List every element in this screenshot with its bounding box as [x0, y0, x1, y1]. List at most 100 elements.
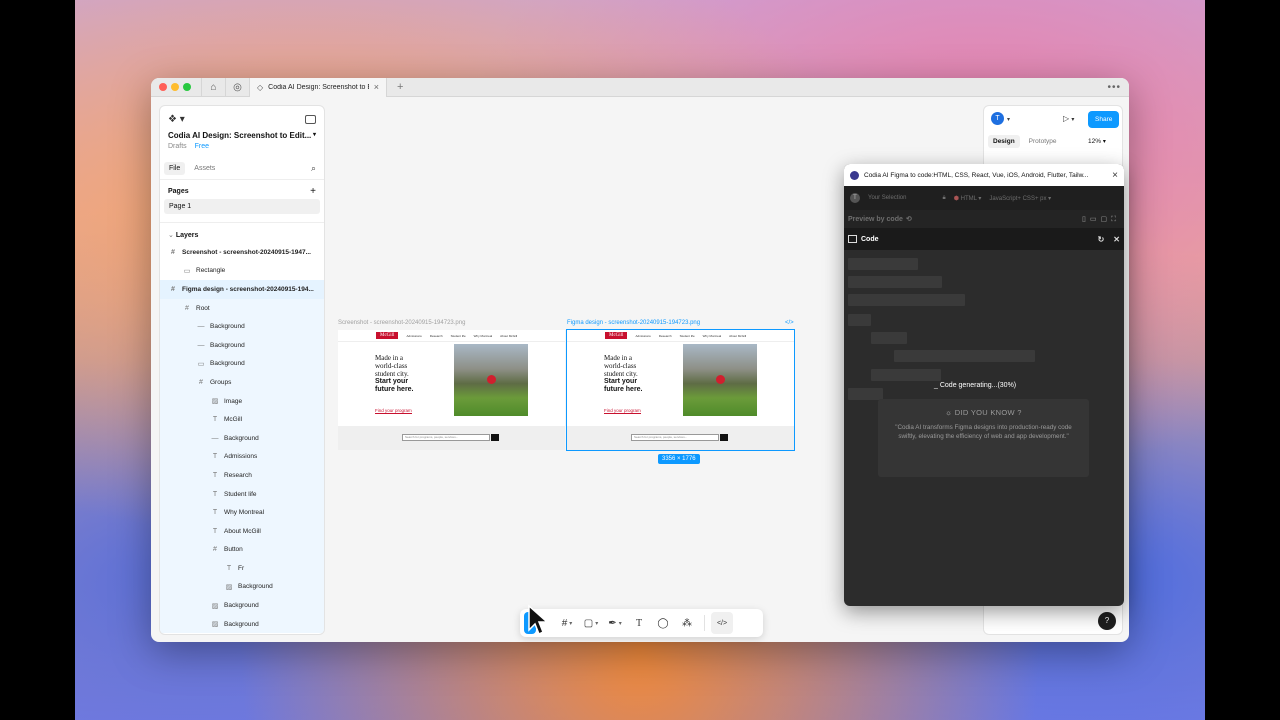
layer-row[interactable]: ▨ Background [160, 577, 324, 597]
layer-row[interactable]: T About McGill [160, 521, 324, 541]
layer-row[interactable]: # Button [160, 540, 324, 560]
layer-row[interactable]: # Groups [160, 373, 324, 392]
browser-tab[interactable]: ◇ Codia AI Design: Screenshot to E × [249, 78, 387, 97]
nav-research: Research [429, 333, 443, 338]
layer-name: Background [224, 434, 259, 442]
figma-menu-icon[interactable]: ❖ ▾ [168, 114, 185, 125]
layer-row[interactable]: ▨ Image [160, 391, 324, 411]
panel-header: ❖ ▾ [160, 106, 324, 125]
layer-name: Background [224, 602, 259, 610]
layer-row[interactable]: ▭ Rectangle [160, 262, 324, 281]
chevron-down-icon: ▾ [595, 620, 599, 627]
layer-row[interactable]: T Admissions [160, 447, 324, 467]
layer-row[interactable]: T Fr [160, 559, 324, 578]
layer-row[interactable]: T Why Montreal [160, 503, 324, 522]
framework-select[interactable]: ⬢ HTML ▾ [954, 195, 982, 202]
dev-mode-toggle[interactable]: </> [711, 612, 733, 634]
refresh-icon[interactable]: ↻ [1098, 235, 1105, 244]
layers-section: ⌄ Layers # Screenshot - screenshot-202409… [160, 222, 324, 634]
layer-row[interactable]: # Figma design - screenshot-20240915-194.… [160, 280, 324, 299]
code-label: Code [861, 235, 879, 243]
tab-assets[interactable]: Assets [189, 162, 220, 175]
toggle-sidebar-icon[interactable] [305, 115, 316, 124]
screenshot-frame[interactable]: McGill Admissions Research Student life … [338, 330, 565, 450]
layer-row[interactable]: T Research [160, 466, 324, 485]
chevron-down-icon[interactable]: ▾ [313, 131, 316, 140]
play-icon [487, 375, 496, 384]
layer-type-icon: T [212, 490, 218, 498]
skeleton-line [871, 369, 941, 381]
help-button[interactable]: ? [1098, 612, 1116, 630]
more-menu-icon[interactable]: ••• [1107, 82, 1121, 93]
minimize-window-button[interactable] [171, 83, 179, 91]
home-icon[interactable]: ⌂ [201, 78, 225, 97]
skeleton-line [894, 350, 1035, 362]
avatar[interactable]: T [991, 112, 1004, 125]
frame-label-screenshot[interactable]: Screenshot - screenshot-20240915-194723.… [338, 320, 465, 326]
layer-type-icon: ▭ [183, 267, 191, 275]
code-icon[interactable]: </> [785, 320, 794, 326]
add-page-button[interactable]: + [310, 187, 316, 197]
campus-image [454, 344, 528, 416]
layer-row[interactable]: # Root [160, 298, 324, 318]
actions-tool[interactable]: ⁂ [676, 612, 698, 634]
lock-icon[interactable]: 🔒︎ [942, 195, 945, 202]
drafts-link[interactable]: Drafts [168, 143, 187, 150]
close-window-button[interactable] [159, 83, 167, 91]
tab-file[interactable]: File [164, 162, 186, 175]
present-icon[interactable]: ▷ ▾ [1063, 114, 1074, 123]
layer-type-icon: T [212, 527, 218, 535]
refresh-icon[interactable]: ⟲ [906, 215, 912, 223]
close-icon[interactable]: × [1112, 170, 1118, 181]
frame-label-figma-design[interactable]: Figma design - screenshot-20240915-19472… [567, 320, 700, 326]
nav-about-mcgill: About McGill [500, 333, 518, 338]
chevron-down-icon: ▾ [1102, 139, 1106, 145]
pen-tool[interactable]: ✒ ▾ [604, 612, 626, 634]
layer-type-icon: — [197, 341, 205, 349]
pages-header: Pages + [160, 180, 324, 199]
tab-title: Codia AI Design: Screenshot to E [268, 83, 369, 91]
nav-student-life: Student life [679, 333, 695, 338]
layer-row[interactable]: — Background [160, 317, 324, 336]
layers-header[interactable]: ⌄ Layers [160, 223, 324, 243]
layer-row[interactable]: T Student life [160, 484, 324, 504]
text-tool[interactable]: T [628, 612, 650, 634]
layers-panel: ❖ ▾ Codia AI Design: Screenshot to Edit.… [159, 105, 325, 635]
layer-row[interactable]: — Background [160, 335, 324, 355]
shape-tool[interactable]: ▢ ▾ [580, 612, 602, 634]
layer-row[interactable]: ▭ Background [160, 354, 324, 374]
figma-design-frame[interactable]: McGill Admissions Research Student life … [566, 329, 795, 451]
tab-prototype[interactable]: Prototype [1024, 135, 1062, 148]
zoom-level[interactable]: 12% ▾ [1088, 138, 1106, 145]
file-title[interactable]: Codia AI Design: Screenshot to Edit... ▾ [160, 125, 324, 140]
nav-why-montreal: Why Montreal [702, 333, 722, 338]
language-select[interactable]: JavaScript+ CSS+ px ▾ [989, 195, 1051, 202]
device-icons[interactable]: ▯▭▢⛶ [1082, 215, 1120, 224]
globe-icon[interactable]: ◎ [225, 78, 249, 97]
layer-row[interactable]: # Screenshot - screenshot-20240915-1947..… [160, 243, 324, 262]
site-nav: McGill Admissions Research Student life … [567, 330, 794, 342]
plan-badge[interactable]: Free [195, 143, 209, 150]
layer-type-icon: T [212, 509, 218, 517]
search-icon[interactable]: ⌕ [311, 163, 316, 174]
maximize-window-button[interactable] [183, 83, 191, 91]
layer-type-icon: ▨ [225, 583, 233, 591]
sidebar-icon[interactable] [848, 235, 857, 243]
close-tab-icon[interactable]: × [374, 82, 379, 92]
layer-row[interactable]: T McGill [160, 410, 324, 429]
tab-design[interactable]: Design [988, 135, 1020, 148]
hero-line: student city. [375, 370, 409, 378]
layer-row[interactable]: — Background [160, 428, 324, 448]
chevron-down-icon[interactable]: ▾ [1007, 116, 1010, 123]
page-item[interactable]: Page 1 [164, 199, 320, 214]
nav-student-life: Student life [450, 333, 466, 338]
frame-tool[interactable]: # ▾ [556, 612, 578, 634]
new-tab-button[interactable]: + [397, 81, 403, 93]
sunrise-icon: ☼ [945, 408, 953, 417]
skeleton-line [871, 332, 907, 344]
comment-tool[interactable]: ◯ [652, 612, 674, 634]
layer-row[interactable]: ▨ Background [160, 614, 324, 634]
share-button[interactable]: Share [1088, 111, 1120, 128]
layer-row[interactable]: ▨ Background [160, 596, 324, 615]
close-icon[interactable]: ✕ [1113, 235, 1120, 244]
